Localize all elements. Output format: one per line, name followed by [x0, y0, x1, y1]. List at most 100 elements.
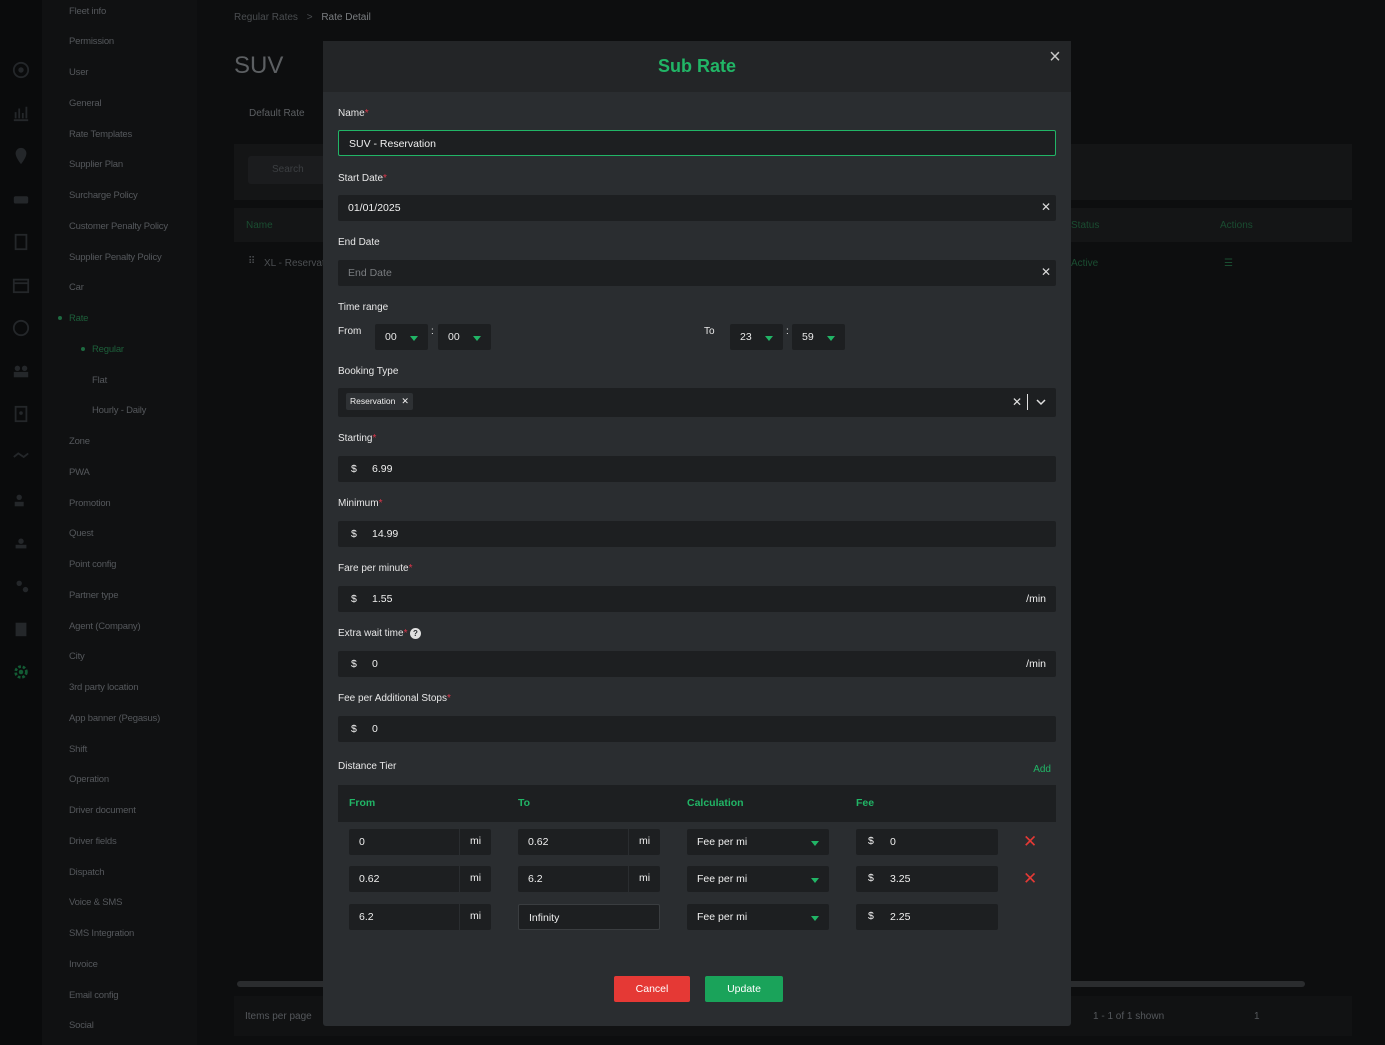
- tier-to-input[interactable]: 0.62 mi: [518, 829, 660, 855]
- sidebar-item-car[interactable]: Car: [69, 282, 84, 293]
- fee-stops-input[interactable]: $0: [338, 716, 1056, 742]
- drag-handle-icon[interactable]: ⠿: [248, 256, 255, 267]
- sidebar-item-regular[interactable]: Regular: [92, 344, 124, 355]
- sidebar-item-fleet-info[interactable]: Fleet info: [69, 6, 106, 17]
- sidebar-item-shift[interactable]: Shift: [69, 744, 87, 755]
- items-per-page-label: Items per page: [245, 1011, 312, 1022]
- chart-icon[interactable]: [11, 103, 31, 123]
- to-minute-select[interactable]: 59: [792, 324, 845, 350]
- distance-tier-header: From To Calculation Fee: [338, 785, 1056, 822]
- from-hour-select[interactable]: 00: [375, 324, 428, 350]
- id-card-icon[interactable]: [11, 404, 31, 424]
- sidebar-item-voice-sms[interactable]: Voice & SMS: [69, 897, 122, 908]
- chevron-down-icon[interactable]: [1036, 397, 1046, 409]
- booking-type-select[interactable]: Reservation ✕ ✕: [338, 388, 1056, 417]
- extra-wait-input[interactable]: $0/min: [338, 651, 1056, 677]
- sidebar-item-3rd-party-location[interactable]: 3rd party location: [69, 682, 138, 693]
- tier-fee-input[interactable]: $3.25: [856, 866, 998, 892]
- tier-fee-input[interactable]: $0: [856, 829, 998, 855]
- sidebar-item-hourly-daily[interactable]: Hourly - Daily: [92, 405, 146, 416]
- tier-calculation-select[interactable]: Fee per mi: [687, 829, 829, 855]
- end-date-label: End Date: [338, 237, 380, 248]
- group-icon[interactable]: [11, 533, 31, 553]
- sidebar-item-zone[interactable]: Zone: [69, 436, 90, 447]
- clear-icon[interactable]: ✕: [1041, 200, 1051, 214]
- sidebar-item-supplier-penalty-policy[interactable]: Supplier Penalty Policy: [69, 252, 162, 263]
- tier-fee-input[interactable]: $2.25: [856, 904, 998, 930]
- sidebar-item-promotion[interactable]: Promotion: [69, 498, 111, 509]
- chip-remove-icon[interactable]: ✕: [401, 396, 409, 406]
- close-icon[interactable]: ×: [1047, 47, 1063, 67]
- users-icon[interactable]: [11, 361, 31, 381]
- sidebar-item-rate-templates[interactable]: Rate Templates: [69, 129, 132, 140]
- tab-default-rate[interactable]: Default Rate: [249, 108, 305, 119]
- clear-icon[interactable]: ✕: [1012, 395, 1022, 409]
- sidebar-item-driver-document[interactable]: Driver document: [69, 805, 136, 816]
- delete-tier-icon[interactable]: ✕: [1023, 870, 1037, 887]
- time-range-label: Time range: [338, 302, 389, 313]
- tier-to-value: 0.62: [528, 836, 549, 848]
- sidebar-item-social[interactable]: Social: [69, 1020, 94, 1031]
- from-minute-select[interactable]: 00: [438, 324, 491, 350]
- breadcrumb-parent[interactable]: Regular Rates: [234, 12, 298, 23]
- help-icon[interactable]: ?: [410, 628, 421, 639]
- sidebar-item-user[interactable]: User: [69, 67, 88, 78]
- user-settings-icon[interactable]: [11, 576, 31, 596]
- tier-to-input[interactable]: Infinity: [518, 904, 660, 930]
- starting-input[interactable]: $6.99: [338, 456, 1056, 482]
- sidebar-item-app-banner[interactable]: App banner (Pegasus): [69, 713, 160, 724]
- name-input[interactable]: SUV - Reservation: [338, 130, 1056, 156]
- document-icon[interactable]: [11, 232, 31, 252]
- sidebar-item-agent-company[interactable]: Agent (Company): [69, 621, 141, 632]
- tier-from-input[interactable]: 0 mi: [349, 829, 491, 855]
- page-number[interactable]: 1: [1254, 1011, 1260, 1022]
- delete-tier-icon[interactable]: ✕: [1023, 833, 1037, 850]
- sidebar-item-email-config[interactable]: Email config: [69, 990, 119, 1001]
- car-icon[interactable]: [11, 189, 31, 209]
- sidebar-item-surcharge-policy[interactable]: Surcharge Policy: [69, 190, 138, 201]
- minimum-input[interactable]: $14.99: [338, 521, 1056, 547]
- gear-icon[interactable]: [11, 662, 31, 682]
- target-icon[interactable]: [11, 60, 31, 80]
- sidebar-item-invoice[interactable]: Invoice: [69, 959, 98, 970]
- chevron-down-icon: [765, 336, 773, 341]
- cancel-button[interactable]: Cancel: [614, 976, 690, 1002]
- sidebar-item-permission[interactable]: Permission: [69, 36, 114, 47]
- tier-calculation-select[interactable]: Fee per mi: [687, 866, 829, 892]
- sidebar-item-partner-type[interactable]: Partner type: [69, 590, 119, 601]
- sidebar-item-pwa[interactable]: PWA: [69, 467, 90, 478]
- tier-from-input[interactable]: 0.62 mi: [349, 866, 491, 892]
- sidebar-item-quest[interactable]: Quest: [69, 528, 94, 539]
- clipboard-icon[interactable]: [11, 619, 31, 639]
- tier-from-input[interactable]: 6.2 mi: [349, 904, 491, 930]
- sidebar-item-flat[interactable]: Flat: [92, 375, 107, 386]
- add-tier-link[interactable]: Add: [1033, 764, 1051, 775]
- handshake-icon[interactable]: [11, 447, 31, 467]
- fee-stops-value: 0: [372, 723, 378, 735]
- sidebar-item-operation[interactable]: Operation: [69, 774, 109, 785]
- steering-wheel-icon[interactable]: [11, 318, 31, 338]
- sidebar-item-rate[interactable]: Rate: [69, 313, 88, 324]
- tier-to-input[interactable]: 6.2 mi: [518, 866, 660, 892]
- calendar-icon[interactable]: [11, 275, 31, 295]
- map-pin-icon[interactable]: [11, 146, 31, 166]
- sidebar-item-supplier-plan[interactable]: Supplier Plan: [69, 159, 123, 170]
- menu-icon[interactable]: ☰: [1224, 258, 1233, 269]
- search-input[interactable]: Search: [248, 156, 328, 184]
- update-button[interactable]: Update: [705, 976, 783, 1002]
- sidebar-item-general[interactable]: General: [69, 98, 102, 109]
- to-hour-select[interactable]: 23: [730, 324, 783, 350]
- sidebar-item-city[interactable]: City: [69, 651, 85, 662]
- end-date-input[interactable]: End Date ✕: [338, 260, 1056, 286]
- from-label: From: [338, 326, 362, 337]
- sidebar-item-customer-penalty-policy[interactable]: Customer Penalty Policy: [69, 221, 168, 232]
- sidebar-item-point-config[interactable]: Point config: [69, 559, 116, 570]
- fare-per-minute-input[interactable]: $1.55/min: [338, 586, 1056, 612]
- sidebar-item-sms-integration[interactable]: SMS Integration: [69, 928, 134, 939]
- tier-calculation-select[interactable]: Fee per mi: [687, 904, 829, 930]
- user-location-icon[interactable]: [11, 490, 31, 510]
- sidebar-item-driver-fields[interactable]: Driver fields: [69, 836, 117, 847]
- sidebar-item-dispatch[interactable]: Dispatch: [69, 867, 105, 878]
- clear-icon[interactable]: ✕: [1041, 265, 1051, 279]
- start-date-input[interactable]: 01/01/2025 ✕: [338, 195, 1056, 221]
